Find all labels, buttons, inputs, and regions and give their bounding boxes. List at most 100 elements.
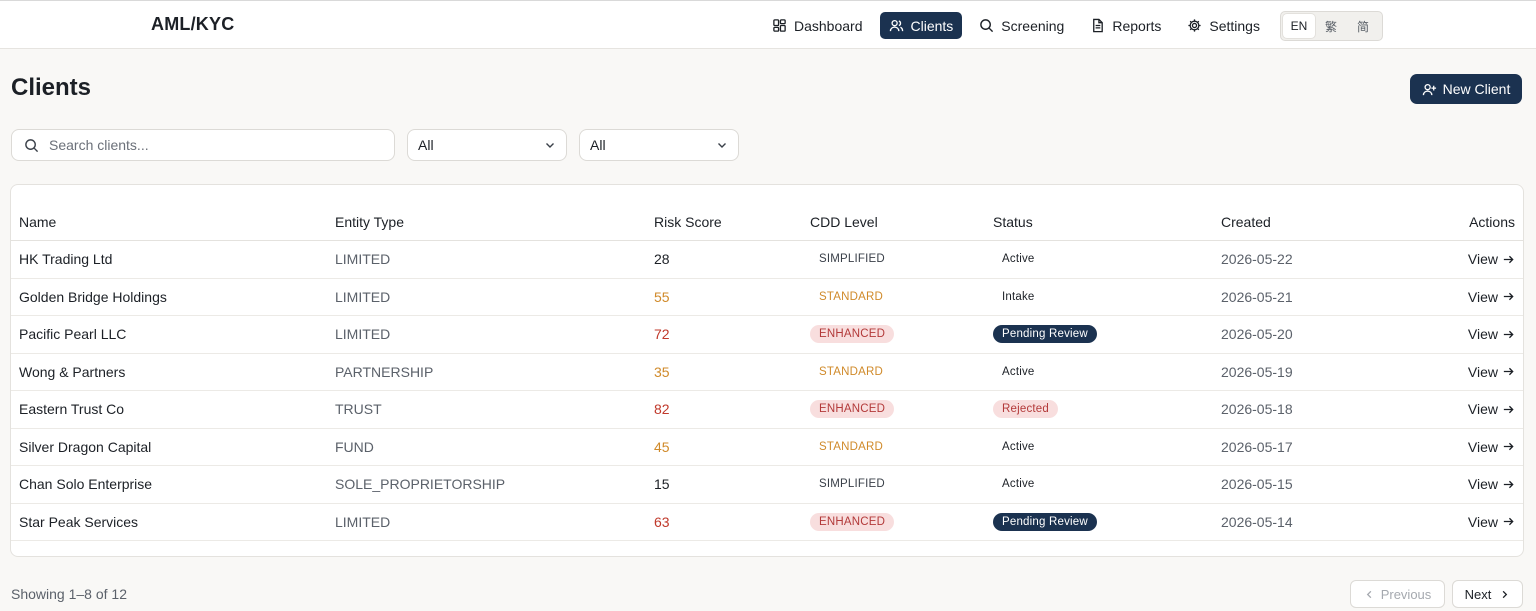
entity-type: FUND <box>335 438 374 455</box>
cdd-level-badge: ENHANCED <box>810 325 895 344</box>
view-label: View <box>1467 476 1498 493</box>
status-badge: Pending Review <box>993 325 1097 344</box>
view-client-link[interactable]: View <box>1468 476 1515 492</box>
arrow-right-icon <box>1503 443 1514 451</box>
entity-type: LIMITED <box>335 513 391 530</box>
arrow-right-icon <box>1503 255 1514 263</box>
created-date: 2026-05-18 <box>1221 401 1293 418</box>
nav-clients[interactable]: Clients <box>879 12 963 39</box>
search-icon <box>25 138 39 152</box>
next-page-button[interactable]: Next <box>1452 580 1523 608</box>
view-client-link[interactable]: View <box>1468 401 1515 417</box>
view-client-link[interactable]: View <box>1468 439 1515 455</box>
app-brand: AML/KYC <box>151 14 235 34</box>
header-risk-score[interactable]: Risk Score <box>654 203 722 240</box>
client-name: Silver Dragon Capital <box>19 438 152 455</box>
users-icon <box>889 19 903 32</box>
arrow-right-icon <box>1503 330 1514 338</box>
header-status[interactable]: Status <box>993 203 1033 240</box>
lang-simplified-chinese-button[interactable]: 简 <box>1347 14 1379 38</box>
clients-table: Name Entity Type Risk Score CDD Level St… <box>10 184 1524 557</box>
chevron-left-icon <box>1366 590 1372 598</box>
table-row[interactable]: Wong & Partners PARTNERSHIP 35 STANDARD Acti… <box>11 354 1523 391</box>
view-label: View <box>1467 438 1498 455</box>
view-label: View <box>1467 401 1498 418</box>
header-cdd-level[interactable]: CDD Level <box>810 203 878 240</box>
arrow-right-icon <box>1503 368 1514 376</box>
document-icon <box>1093 18 1104 33</box>
entity-type: SOLE_PROPRIETORSHIP <box>335 476 506 493</box>
status-filter[interactable]: All <box>579 129 739 161</box>
table-row[interactable]: Pacific Pearl LLC LIMITED 72 ENHANCED Pendin… <box>11 316 1523 354</box>
search-input[interactable] <box>49 137 369 153</box>
top-bar: AML/KYC Dashboard Clients Screening Repo… <box>0 0 1536 49</box>
entity-type-filter-value: All <box>418 137 434 153</box>
new-client-button[interactable]: New Client <box>1410 74 1522 104</box>
view-client-link[interactable]: View <box>1468 326 1515 342</box>
created-date: 2026-05-22 <box>1221 251 1293 268</box>
pagination-summary: Showing 1–8 of 12 <box>11 586 127 602</box>
main-nav: Dashboard Clients Screening Reports Sett… <box>763 12 1277 39</box>
risk-score: 82 <box>654 401 670 418</box>
new-client-label: New Client <box>1442 81 1511 97</box>
table-row[interactable]: Chan Solo Enterprise SOLE_PROPRIETORSHIP 1… <box>11 466 1523 504</box>
header-entity-type[interactable]: Entity Type <box>335 203 404 240</box>
risk-score: 45 <box>654 438 670 455</box>
status-filter-value: All <box>590 137 606 153</box>
nav-screening[interactable]: Screening <box>970 12 1073 39</box>
view-client-link[interactable]: View <box>1468 251 1515 267</box>
language-switcher: EN 繁 简 <box>1280 11 1383 41</box>
table-row[interactable]: Silver Dragon Capital FUND 45 STANDARD Activ… <box>11 429 1523 466</box>
client-name: Eastern Trust Co <box>19 401 125 418</box>
entity-type: TRUST <box>335 401 382 418</box>
view-label: View <box>1467 326 1498 343</box>
cdd-level-badge: ENHANCED <box>810 400 895 419</box>
entity-type: PARTNERSHIP <box>335 363 434 380</box>
header-created[interactable]: Created <box>1221 203 1271 240</box>
table-row[interactable]: Golden Bridge Holdings LIMITED 55 STANDARD I… <box>11 279 1523 316</box>
cdd-level-badge: STANDARD <box>819 365 884 378</box>
view-client-link[interactable]: View <box>1468 514 1515 530</box>
entity-type: LIMITED <box>335 288 391 305</box>
previous-page-label: Previous <box>1380 586 1432 602</box>
created-date: 2026-05-17 <box>1221 438 1293 455</box>
arrow-right-icon <box>1503 405 1514 413</box>
nav-clients-label: Clients <box>910 17 954 34</box>
risk-score: 15 <box>654 476 670 493</box>
gear-icon <box>1188 19 1201 32</box>
nav-reports[interactable]: Reports <box>1081 12 1170 39</box>
status-badge: Active <box>1002 253 1035 266</box>
created-date: 2026-05-20 <box>1221 326 1293 343</box>
nav-dashboard[interactable]: Dashboard <box>763 12 872 39</box>
status-badge: Active <box>1002 478 1035 491</box>
table-row[interactable]: Eastern Trust Co TRUST 82 ENHANCED Rejected 2… <box>11 391 1523 429</box>
chevron-down-icon <box>546 143 554 148</box>
table-header-row: Name Entity Type Risk Score CDD Level St… <box>11 203 1523 241</box>
cdd-level-badge: SIMPLIFIED <box>819 478 885 491</box>
table-row[interactable]: HK Trading Ltd LIMITED 28 SIMPLIFIED Active 2… <box>11 241 1523 279</box>
client-name: Star Peak Services <box>19 513 139 530</box>
view-client-link[interactable]: View <box>1468 364 1515 380</box>
view-client-link[interactable]: View <box>1468 289 1515 305</box>
lang-en-button[interactable]: EN <box>1283 14 1315 38</box>
nav-settings[interactable]: Settings <box>1178 12 1269 39</box>
risk-score: 28 <box>654 251 670 268</box>
status-badge: Active <box>1002 440 1035 453</box>
status-badge: Active <box>1002 365 1035 378</box>
entity-type-filter[interactable]: All <box>407 129 567 161</box>
risk-score: 72 <box>654 326 670 343</box>
entity-type: LIMITED <box>335 251 391 268</box>
previous-page-button[interactable]: Previous <box>1350 580 1445 608</box>
add-user-icon <box>1422 83 1436 95</box>
chevron-down-icon <box>718 143 726 148</box>
header-name[interactable]: Name <box>19 203 56 240</box>
table-row[interactable]: Star Peak Services LIMITED 63 ENHANCED Pendi… <box>11 504 1523 541</box>
risk-score: 35 <box>654 363 670 380</box>
cdd-level-badge: STANDARD <box>819 290 884 303</box>
lang-traditional-chinese-button[interactable]: 繁 <box>1315 14 1347 38</box>
cdd-level-badge: STANDARD <box>819 440 884 453</box>
arrow-right-icon <box>1503 293 1514 301</box>
dashboard-icon <box>773 19 786 32</box>
client-name: Wong & Partners <box>19 363 126 380</box>
created-date: 2026-05-14 <box>1221 513 1293 530</box>
